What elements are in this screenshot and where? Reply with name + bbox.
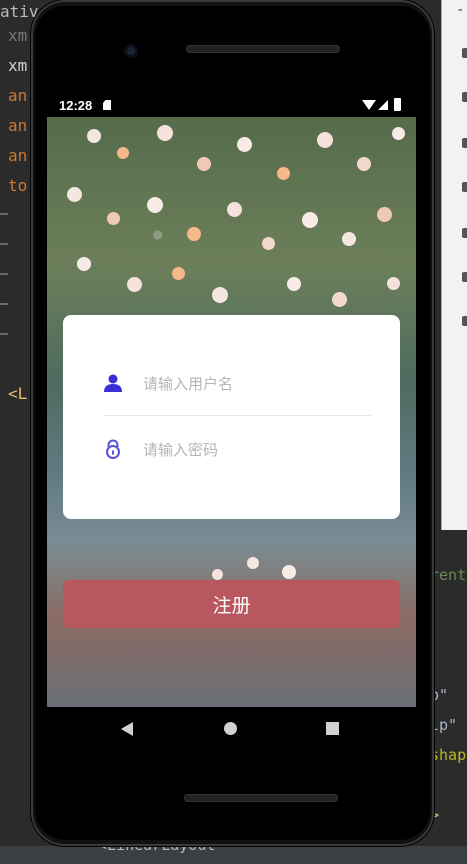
panel-dash: - [456, 2, 465, 18]
gutter-marker [0, 333, 8, 335]
gutter-marker [0, 303, 8, 305]
code-line-2: xm [8, 56, 28, 75]
sd-card-icon [103, 100, 111, 110]
gutter-marker [0, 273, 8, 275]
recents-square-icon[interactable] [326, 722, 339, 735]
panel-tool-icon[interactable] [462, 316, 467, 326]
code-fragment-right: lp" [430, 716, 458, 734]
username-row [63, 353, 400, 413]
back-triangle-icon[interactable] [121, 722, 133, 736]
earpiece-speaker [186, 45, 340, 53]
code-line-7: <L [8, 384, 28, 403]
panel-tool-icon[interactable] [462, 182, 467, 192]
code-line-1: xm [8, 26, 28, 45]
bottom-speaker [184, 794, 338, 802]
phone-screen: 12:28 请输入用户名 注册 [47, 95, 416, 707]
code-line-6: to [8, 176, 28, 195]
nav-bar [47, 707, 416, 753]
panel-tool-icon[interactable] [462, 228, 467, 238]
code-fragment-top: ativ [0, 2, 39, 21]
cell-signal-icon [378, 100, 388, 110]
register-button[interactable]: 注册 [63, 580, 400, 628]
home-circle-icon[interactable] [224, 722, 237, 735]
code-line-5: an [8, 146, 28, 165]
code-fragment-right: shap [430, 746, 467, 764]
ide-bottom-strip [0, 846, 467, 864]
field-divider [103, 415, 371, 416]
lock-icon [106, 439, 120, 459]
panel-tool-icon[interactable] [462, 272, 467, 282]
login-card [63, 315, 400, 519]
status-bar: 12:28 [47, 95, 416, 117]
gutter-marker [0, 243, 8, 245]
panel-tool-icon[interactable] [462, 48, 467, 58]
code-fragment-right: rent [430, 566, 467, 584]
wifi-icon [362, 100, 376, 110]
status-time: 12:28 [59, 98, 93, 113]
gutter-marker [0, 213, 8, 215]
code-line-3: an [8, 86, 28, 105]
panel-tool-icon[interactable] [462, 138, 467, 148]
user-icon [104, 374, 122, 392]
password-input[interactable] [141, 435, 373, 465]
front-camera-icon [124, 44, 138, 58]
panel-tool-icon[interactable] [462, 92, 467, 102]
code-line-4: an [8, 116, 28, 135]
battery-icon [394, 98, 401, 111]
password-row [63, 419, 400, 479]
username-input[interactable] [141, 369, 373, 399]
ide-side-panel: - [441, 0, 467, 530]
